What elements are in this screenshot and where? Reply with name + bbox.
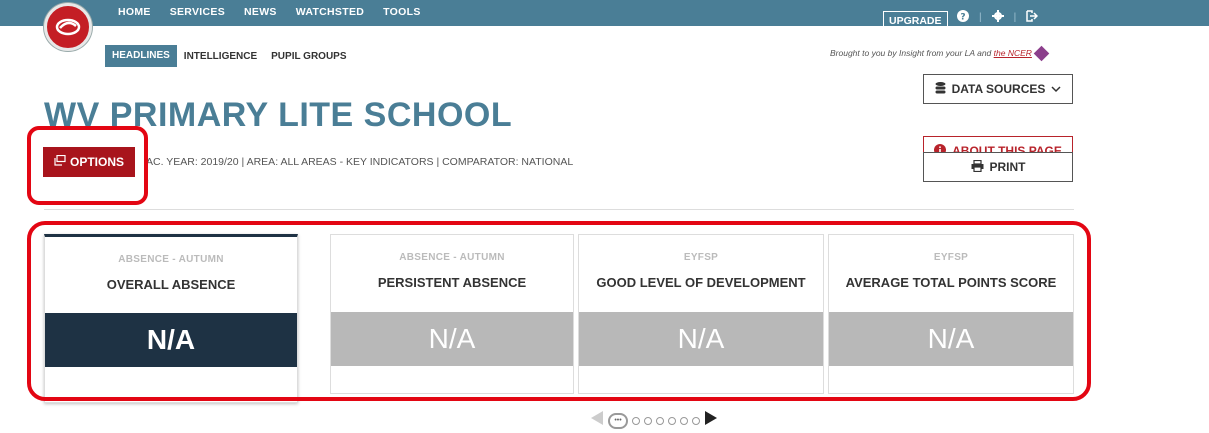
divider bbox=[44, 209, 1074, 210]
tab-pupil-groups[interactable]: PUPIL GROUPS bbox=[264, 51, 353, 62]
separator: | bbox=[979, 12, 982, 23]
logout-icon[interactable] bbox=[1026, 10, 1039, 25]
separator: | bbox=[1013, 12, 1017, 23]
indicator-card[interactable]: ABSENCE - AUTUMN PERSISTENT ABSENCE N/A bbox=[330, 234, 574, 394]
attribution-text: Brought to you by Insight from your LA a… bbox=[830, 48, 994, 58]
pager-dot[interactable] bbox=[680, 416, 688, 425]
tab-intelligence[interactable]: INTELLIGENCE bbox=[177, 51, 264, 62]
printer-icon bbox=[971, 159, 984, 175]
card-value: N/A bbox=[829, 312, 1073, 366]
data-sources-label: DATA SOURCES bbox=[951, 82, 1046, 96]
indicator-card[interactable]: EYFSP AVERAGE TOTAL POINTS SCORE N/A bbox=[828, 234, 1074, 394]
pager-current[interactable]: ••• bbox=[608, 412, 628, 429]
options-label: OPTIONS bbox=[69, 155, 124, 169]
pager-dot[interactable] bbox=[656, 416, 664, 425]
filter-context: AC. YEAR: 2019/20 | AREA: ALL AREAS - KE… bbox=[146, 156, 574, 168]
indicator-card[interactable]: EYFSP GOOD LEVEL OF DEVELOPMENT N/A bbox=[578, 234, 824, 394]
nav-home[interactable]: HOME bbox=[118, 6, 151, 18]
card-title: GOOD LEVEL OF DEVELOPMENT bbox=[596, 275, 806, 290]
ncer-logo-icon bbox=[1033, 45, 1050, 62]
ncer-link[interactable]: the NCER bbox=[994, 48, 1032, 58]
svg-text:?: ? bbox=[960, 13, 965, 23]
logo-icon[interactable] bbox=[44, 3, 92, 51]
window-icon bbox=[54, 154, 66, 169]
database-icon bbox=[935, 81, 946, 97]
tab-headlines[interactable]: HEADLINES bbox=[105, 45, 177, 67]
prev-arrow-icon[interactable] bbox=[590, 411, 604, 430]
card-category: EYFSP bbox=[933, 252, 969, 263]
gear-icon[interactable] bbox=[991, 10, 1004, 25]
chevron-down-icon bbox=[1051, 82, 1061, 96]
attribution: Brought to you by Insight from your LA a… bbox=[830, 45, 1050, 62]
indicator-card[interactable]: ABSENCE - AUTUMN OVERALL ABSENCE N/A bbox=[44, 234, 298, 403]
pager-dot[interactable] bbox=[644, 416, 652, 425]
card-category: ABSENCE - AUTUMN bbox=[118, 254, 224, 265]
card-category: ABSENCE - AUTUMN bbox=[399, 252, 505, 263]
nav-tools[interactable]: TOOLS bbox=[383, 6, 420, 18]
carousel-pager: ••• bbox=[590, 411, 718, 430]
nav-watchsted[interactable]: WATCHSTED bbox=[296, 6, 364, 18]
options-button[interactable]: OPTIONS bbox=[43, 147, 135, 177]
print-button[interactable]: PRINT bbox=[923, 152, 1073, 182]
card-title: PERSISTENT ABSENCE bbox=[377, 275, 527, 290]
top-icon-group: ? | | bbox=[957, 10, 1039, 25]
sub-menu: HEADLINES INTELLIGENCE PUPIL GROUPS bbox=[105, 45, 354, 67]
card-value: N/A bbox=[579, 312, 823, 366]
pager-dot[interactable] bbox=[692, 416, 700, 425]
data-sources-button[interactable]: DATA SOURCES bbox=[923, 74, 1073, 104]
card-title: OVERALL ABSENCE bbox=[106, 277, 236, 292]
nav-news[interactable]: NEWS bbox=[244, 6, 277, 18]
card-value: N/A bbox=[331, 312, 573, 366]
card-category: EYFSP bbox=[683, 252, 719, 263]
upgrade-button[interactable]: UPGRADE bbox=[883, 11, 948, 31]
main-menu: HOME SERVICES NEWS WATCHSTED TOOLS bbox=[118, 6, 440, 18]
nav-services[interactable]: SERVICES bbox=[170, 6, 225, 18]
pager-dot[interactable] bbox=[668, 416, 676, 425]
print-label: PRINT bbox=[989, 160, 1026, 174]
card-title: AVERAGE TOTAL POINTS SCORE bbox=[845, 275, 1057, 290]
page-title: WV PRIMARY LITE SCHOOL bbox=[44, 96, 513, 134]
card-value: N/A bbox=[45, 313, 297, 367]
next-arrow-icon[interactable] bbox=[704, 411, 718, 430]
help-icon[interactable]: ? bbox=[957, 10, 969, 25]
pager-dot[interactable] bbox=[632, 416, 640, 425]
